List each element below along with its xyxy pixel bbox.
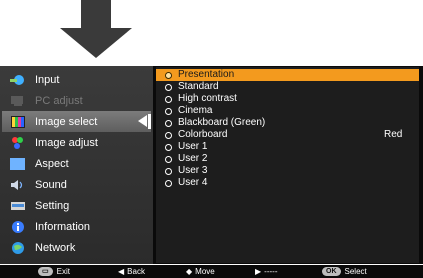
left-arrow-icon: ◀ [118, 267, 125, 276]
sidebar-item-setting[interactable]: Setting [2, 195, 151, 216]
key-guide-bar: ▭ Exit ◀ Back ◆ Move ▶ ----- OK Select [0, 265, 423, 278]
image-select-icon [10, 115, 26, 129]
sidebar-item-label: PC adjust [35, 94, 83, 107]
sidebar-item-pc-adjust: PC adjust [2, 90, 151, 111]
option-high-contrast[interactable]: High contrast [156, 93, 419, 105]
input-icon [10, 73, 26, 87]
option-user-4[interactable]: User 4 [156, 177, 419, 189]
option-user-1[interactable]: User 1 [156, 141, 419, 153]
footer-exit: ▭ Exit [38, 266, 70, 277]
right-arrow-icon: ▶ [255, 267, 262, 276]
footer-next: ▶ ----- [255, 267, 278, 276]
move-arrows-icon: ◆ [186, 267, 193, 276]
radio-icon [165, 96, 172, 103]
selected-arrow-icon [138, 115, 147, 127]
sound-icon [10, 178, 26, 192]
pc-adjust-icon [10, 94, 26, 108]
footer-select: OK Select [322, 266, 367, 277]
radio-icon [165, 84, 172, 91]
ok-key-icon: OK [322, 267, 341, 276]
aspect-icon [10, 157, 26, 171]
image-select-options: Presentation Standard High contrast Cine… [156, 67, 419, 263]
sidebar-item-image-select[interactable]: Image select [2, 111, 151, 132]
setting-icon [10, 199, 26, 213]
option-user-3[interactable]: User 3 [156, 165, 419, 177]
sidebar-item-label: Input [35, 73, 60, 86]
option-blackboard-green[interactable]: Blackboard (Green) [156, 117, 419, 129]
information-icon [10, 220, 26, 234]
colorboard-value: Red [384, 129, 403, 140]
sidebar-item-label: Aspect [35, 157, 69, 170]
option-standard[interactable]: Standard [156, 81, 419, 93]
sidebar-item-label: Image select [35, 115, 98, 128]
sidebar-item-sound[interactable]: Sound [2, 174, 151, 195]
network-icon [10, 241, 26, 255]
sidebar-item-label: Sound [35, 178, 67, 191]
sidebar-item-label: Information [35, 220, 91, 233]
option-cinema[interactable]: Cinema [156, 105, 419, 117]
sidebar-item-information[interactable]: Information [2, 216, 151, 237]
radio-icon [165, 144, 172, 151]
sidebar-item-image-adjust[interactable]: Image adjust [2, 132, 151, 153]
radio-icon [165, 180, 172, 187]
selection-marker [148, 114, 151, 129]
radio-icon [165, 156, 172, 163]
radio-icon [165, 168, 172, 175]
sidebar-item-label: Image adjust [35, 136, 98, 149]
option-presentation[interactable]: Presentation [156, 69, 419, 81]
sidebar-item-network[interactable]: Network [2, 237, 151, 258]
sidebar-item-label: Network [35, 241, 76, 254]
footer-back: ◀ Back [118, 267, 145, 276]
radio-icon [165, 72, 172, 79]
option-colorboard[interactable]: Colorboard Red [156, 129, 419, 141]
option-user-2[interactable]: User 2 [156, 153, 419, 165]
sidebar-item-label: Setting [35, 199, 70, 212]
footer-move: ◆ Move [186, 267, 215, 276]
sidebar-item-input[interactable]: Input [2, 69, 151, 90]
radio-icon [165, 132, 172, 139]
main-menu-sidebar: Input PC adjust Image select Image adjus… [0, 66, 153, 264]
sidebar-item-aspect[interactable]: Aspect [2, 153, 151, 174]
radio-icon [165, 120, 172, 127]
down-arrow-icon [60, 0, 132, 58]
image-adjust-icon [10, 136, 26, 150]
radio-icon [165, 108, 172, 115]
menu-key-icon: ▭ [38, 267, 53, 276]
